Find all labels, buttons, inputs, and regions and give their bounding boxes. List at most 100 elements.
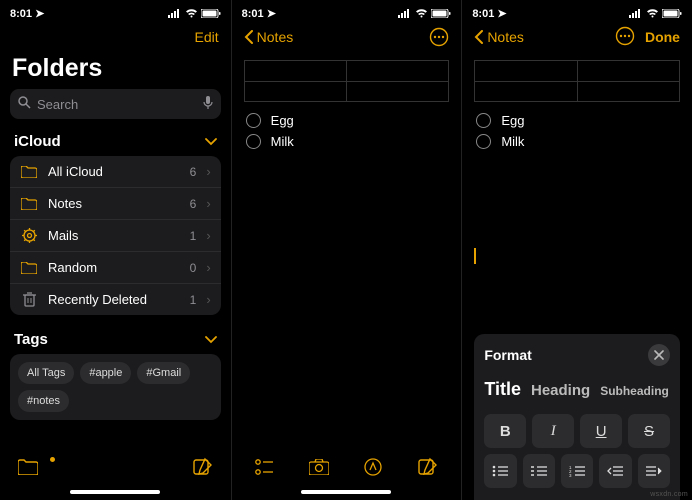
compose-button[interactable]	[193, 457, 213, 482]
tag-item[interactable]: #apple	[80, 362, 131, 384]
bold-button[interactable]: B	[484, 414, 526, 448]
status-time: 8:01 ➤	[242, 7, 276, 20]
status-bar: 8:01 ➤	[232, 0, 462, 22]
watermark: wsxdn.com	[650, 491, 688, 498]
status-indicators	[398, 9, 451, 18]
status-time: 8:01 ➤	[472, 7, 506, 20]
screen-note-view: 8:01 ➤ Notes Egg Milk	[231, 0, 462, 500]
checkbox-icon[interactable]	[246, 113, 261, 128]
tag-item[interactable]: #Gmail	[137, 362, 190, 384]
style-title[interactable]: Title	[484, 379, 521, 400]
folder-row[interactable]: Notes 6 ›	[10, 187, 221, 219]
dash-list-button[interactable]	[523, 454, 555, 488]
back-button[interactable]: Notes	[244, 29, 294, 45]
signal-icon	[398, 9, 412, 18]
folder-list: All iCloud 6 › Notes 6 › Mails 1 › Rando…	[10, 156, 221, 315]
status-bar: 8:01 ➤	[0, 0, 231, 22]
style-picker[interactable]: Title Heading Subheading Body	[484, 378, 670, 404]
signal-icon	[629, 9, 643, 18]
location-icon: ➤	[35, 8, 44, 20]
location-icon: ➤	[497, 8, 506, 20]
battery-icon	[201, 9, 221, 18]
checklist-item[interactable]: Milk	[244, 131, 450, 152]
folder-row[interactable]: Recently Deleted 1 ›	[10, 283, 221, 315]
wifi-icon	[415, 9, 428, 18]
nav-right: Done	[615, 26, 680, 49]
trash-icon	[20, 292, 38, 307]
checklist-item[interactable]: Egg	[244, 110, 450, 131]
home-indicator	[70, 490, 160, 494]
chevron-right-icon: ›	[206, 196, 210, 211]
note-content[interactable]: Egg Milk Format Title Heading Subheading…	[462, 52, 692, 500]
number-list-button[interactable]: 123	[561, 454, 593, 488]
search-placeholder: Search	[37, 97, 197, 112]
chevron-right-icon: ›	[206, 260, 210, 275]
bottom-toolbar	[0, 449, 231, 486]
nav-bar: Notes	[232, 22, 462, 52]
svg-text:3: 3	[569, 473, 572, 477]
compose-button[interactable]	[418, 457, 438, 482]
status-time: 8:01 ➤	[10, 7, 44, 20]
edit-button[interactable]: Edit	[195, 29, 219, 45]
back-button[interactable]: Notes	[474, 29, 524, 45]
checklist-item[interactable]: Egg	[474, 110, 680, 131]
new-folder-button[interactable]	[18, 459, 38, 480]
folder-row[interactable]: All iCloud 6 ›	[10, 156, 221, 187]
note-content[interactable]: Egg Milk	[232, 52, 462, 449]
search-icon	[18, 96, 31, 112]
format-row-text: B I U S	[484, 414, 670, 448]
tags-list: All Tags #apple #Gmail #notes	[10, 354, 221, 420]
search-input[interactable]: Search	[10, 89, 221, 119]
section-header-icloud[interactable]: iCloud	[0, 129, 231, 156]
markup-button[interactable]	[364, 458, 382, 481]
chevron-down-icon	[205, 331, 217, 348]
wifi-icon	[646, 9, 659, 18]
note-table[interactable]	[244, 60, 450, 102]
checklist-item[interactable]: Milk	[474, 131, 680, 152]
battery-icon	[662, 9, 682, 18]
screen-note-edit: 8:01 ➤ Notes Done Egg Milk	[461, 0, 692, 500]
checklist-button[interactable]	[255, 459, 273, 480]
nav-bar: Notes Done	[462, 22, 692, 52]
checkbox-icon[interactable]	[476, 134, 491, 149]
checkbox-icon[interactable]	[246, 134, 261, 149]
italic-button[interactable]: I	[532, 414, 574, 448]
close-button[interactable]	[648, 344, 670, 366]
indent-button[interactable]	[638, 454, 670, 488]
gear-icon	[20, 228, 38, 243]
bullet-list-button[interactable]	[484, 454, 516, 488]
battery-icon	[431, 9, 451, 18]
chevron-down-icon	[205, 133, 217, 150]
style-heading[interactable]: Heading	[531, 382, 590, 399]
format-panel: Format Title Heading Subheading Body B I…	[474, 334, 680, 500]
wifi-icon	[185, 9, 198, 18]
done-button[interactable]: Done	[645, 29, 680, 45]
camera-button[interactable]	[309, 459, 329, 480]
text-cursor-area[interactable]	[474, 152, 680, 334]
more-button[interactable]	[615, 26, 635, 49]
outdent-button[interactable]	[599, 454, 631, 488]
checkbox-icon[interactable]	[476, 113, 491, 128]
section-header-tags[interactable]: Tags	[0, 327, 231, 354]
strike-button[interactable]: S	[628, 414, 670, 448]
underline-button[interactable]: U	[580, 414, 622, 448]
folder-icon	[20, 198, 38, 210]
style-subheading[interactable]: Subheading	[600, 384, 669, 398]
page-title: Folders	[0, 52, 231, 89]
screen-folders: 8:01 ➤ Edit Folders Search iCloud	[0, 0, 231, 500]
folder-row[interactable]: Random 0 ›	[10, 251, 221, 283]
tag-item[interactable]: #notes	[18, 390, 69, 412]
mic-icon[interactable]	[203, 96, 213, 113]
status-indicators	[168, 9, 221, 18]
more-button[interactable]	[429, 27, 449, 47]
signal-icon	[168, 9, 182, 18]
chevron-right-icon: ›	[206, 164, 210, 179]
bottom-toolbar	[232, 449, 462, 486]
folder-row[interactable]: Mails 1 ›	[10, 219, 221, 251]
badge-dot	[50, 457, 55, 462]
chevron-right-icon: ›	[206, 292, 210, 307]
note-table[interactable]	[474, 60, 680, 102]
text-cursor	[474, 248, 476, 264]
location-icon: ➤	[267, 8, 276, 20]
tag-item[interactable]: All Tags	[18, 362, 74, 384]
